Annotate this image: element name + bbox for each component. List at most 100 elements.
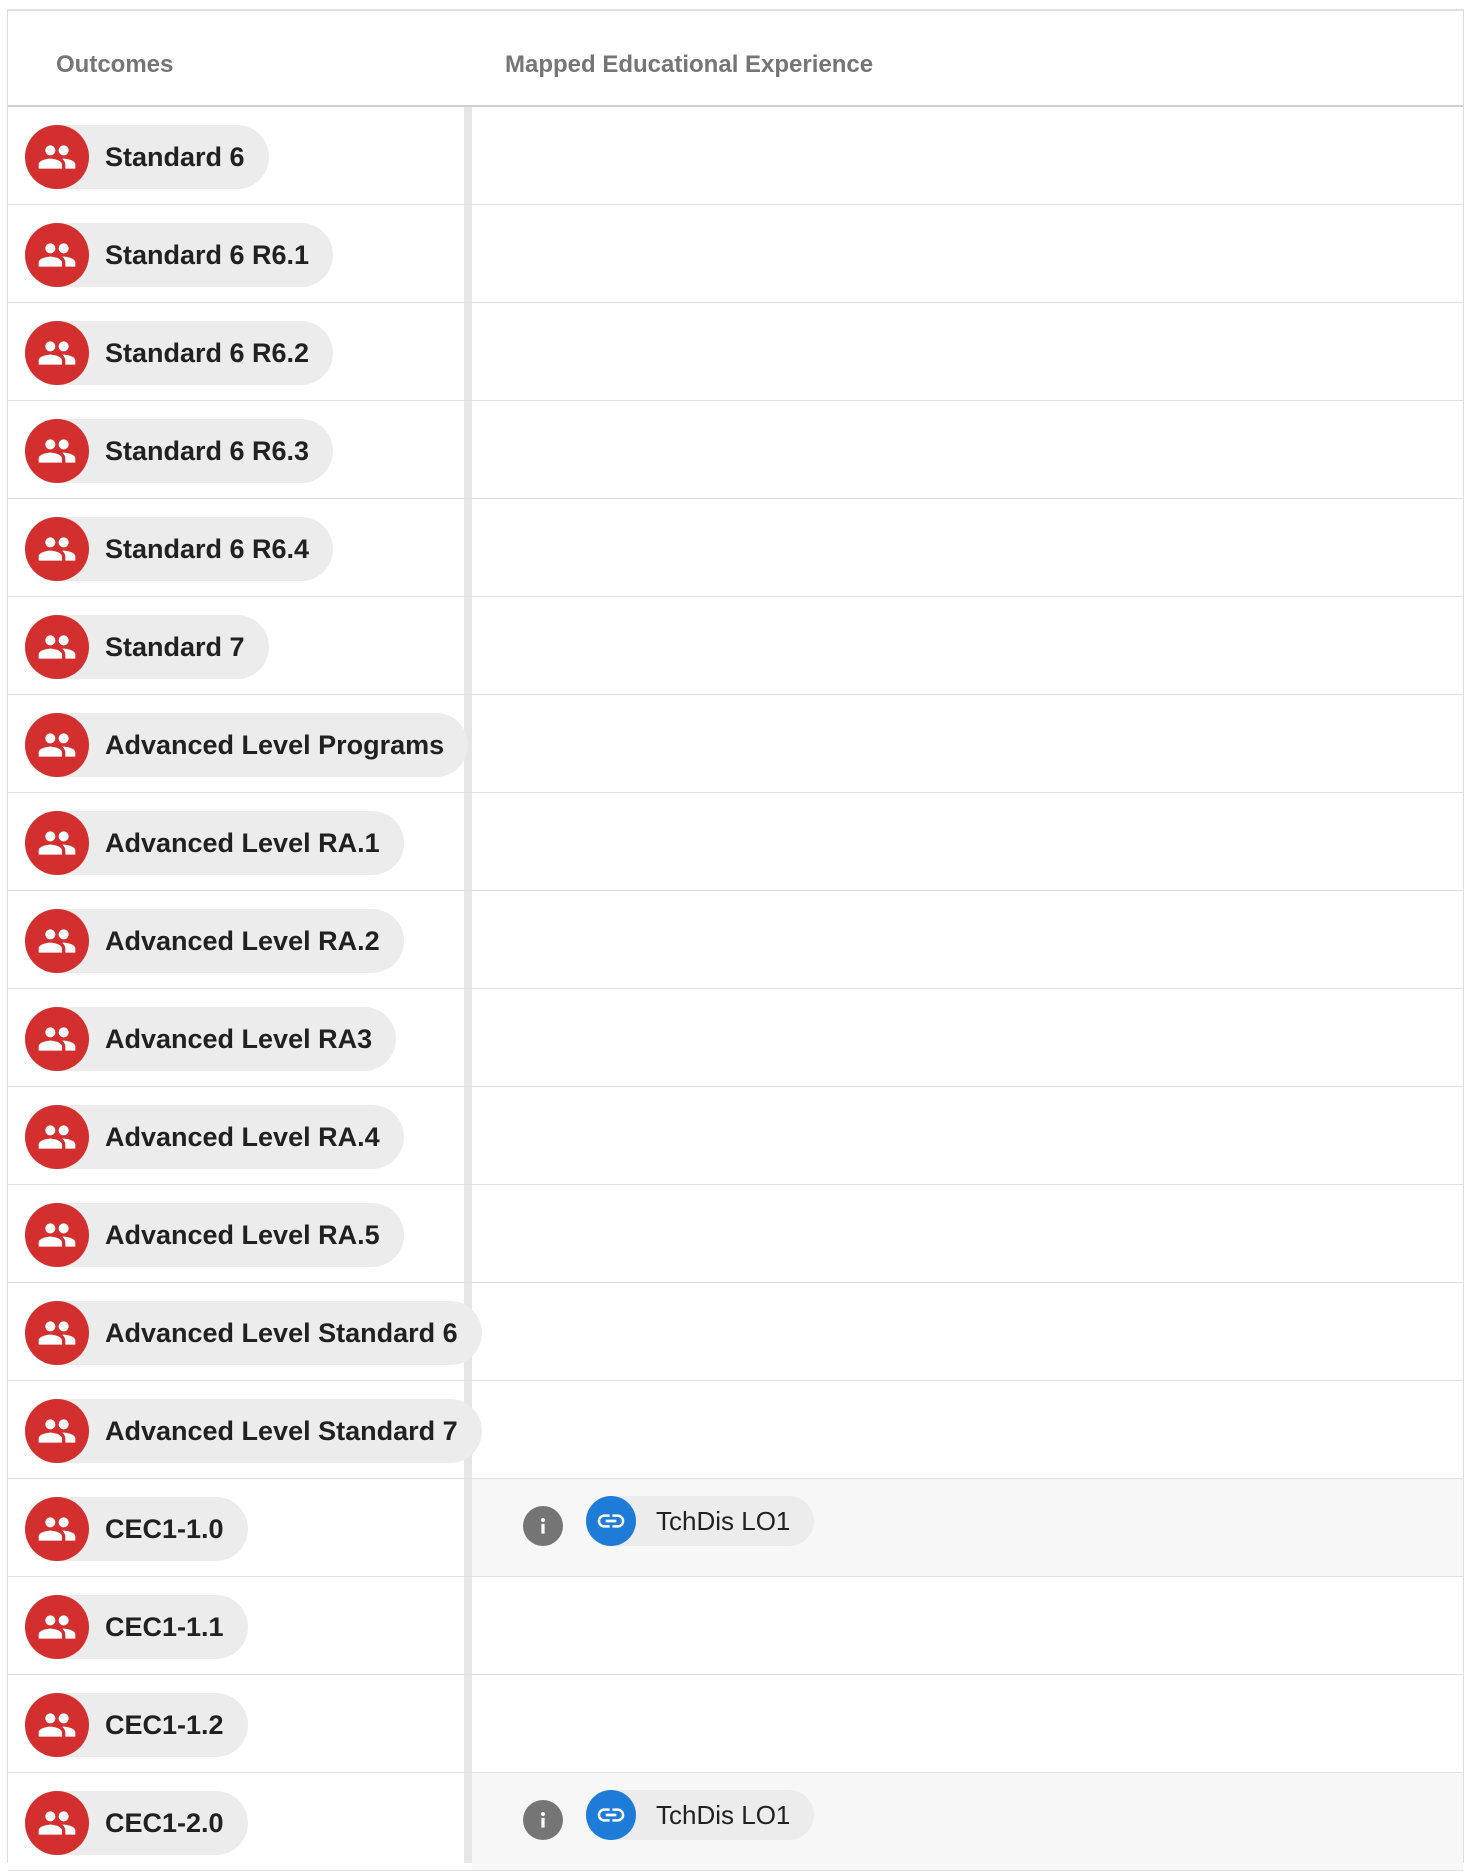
outcome-label: Advanced Level Programs bbox=[105, 729, 445, 760]
table-row: CEC1-1.1 bbox=[8, 1577, 1463, 1675]
mapped-experience-cell bbox=[472, 205, 1463, 303]
mapped-experience-chip[interactable]: TchDis LO1 bbox=[586, 1496, 815, 1546]
people-icon bbox=[25, 1791, 89, 1855]
table-row: Advanced Level Standard 7 bbox=[8, 1381, 1463, 1479]
outcome-label: Standard 6 R6.2 bbox=[105, 337, 310, 368]
outcome-chip[interactable]: Standard 6 R6.4 bbox=[25, 517, 334, 581]
outcome-chip[interactable]: CEC1-1.2 bbox=[25, 1693, 248, 1757]
outcome-chip[interactable]: Advanced Level Standard 7 bbox=[25, 1399, 482, 1463]
outcome-chip[interactable]: Standard 6 R6.1 bbox=[25, 223, 334, 287]
outcome-cell: Advanced Level RA3 bbox=[8, 989, 464, 1087]
outcome-cell: CEC1-2.0 bbox=[8, 1773, 464, 1871]
outcome-chip[interactable]: CEC1-1.1 bbox=[25, 1595, 248, 1659]
mapped-experience-cell bbox=[472, 1381, 1463, 1479]
people-icon bbox=[25, 1301, 89, 1365]
outcome-cell: Advanced Level Standard 6 bbox=[8, 1283, 482, 1381]
outcome-chip[interactable]: Advanced Level RA.1 bbox=[25, 811, 404, 875]
mapped-experience-cell: TchDis LO1 bbox=[472, 1479, 1463, 1577]
table-row: CEC1-1.0 TchDis LO1 bbox=[8, 1479, 1463, 1577]
outcome-cell: CEC1-1.2 bbox=[8, 1675, 464, 1773]
people-icon bbox=[25, 615, 89, 679]
mapped-experience-cell bbox=[472, 695, 1463, 793]
outcome-cell: Standard 6 R6.4 bbox=[8, 499, 464, 597]
table-row: Advanced Level RA3 bbox=[8, 989, 1463, 1087]
people-icon bbox=[25, 1007, 89, 1071]
info-icon[interactable] bbox=[523, 1800, 563, 1840]
mapped-experience-chip[interactable]: TchDis LO1 bbox=[586, 1790, 815, 1840]
table-row: Advanced Level RA.1 bbox=[8, 793, 1463, 891]
people-icon bbox=[25, 321, 89, 385]
outcome-cell: Standard 6 R6.1 bbox=[8, 205, 464, 303]
table-row: Standard 6 R6.1 bbox=[8, 205, 1463, 303]
outcome-cell: Advanced Level Programs bbox=[8, 695, 469, 793]
outcome-label: CEC1-1.1 bbox=[105, 1611, 224, 1642]
table-row: Standard 6 R6.2 bbox=[8, 303, 1463, 401]
outcome-chip[interactable]: Advanced Level Programs bbox=[25, 713, 469, 777]
mapped-experience-cell bbox=[472, 1675, 1463, 1773]
table-row: CEC1-1.2 bbox=[8, 1675, 1463, 1773]
outcome-chip[interactable]: Standard 7 bbox=[25, 615, 269, 679]
mapped-experience-cell: TchDis LO1 bbox=[472, 1773, 1463, 1871]
outcome-label: Advanced Level RA3 bbox=[105, 1023, 373, 1054]
outcome-label: Standard 6 R6.1 bbox=[105, 239, 310, 270]
mapped-experience-cell bbox=[472, 793, 1463, 891]
outcome-cell: CEC1-1.0 bbox=[8, 1479, 464, 1577]
outcome-label: Advanced Level Standard 6 bbox=[105, 1317, 458, 1348]
mapped-experience-cell bbox=[472, 1185, 1463, 1283]
outcome-chip[interactable]: Standard 6 bbox=[25, 125, 269, 189]
people-icon bbox=[25, 1595, 89, 1659]
mapped-experience-cell bbox=[472, 597, 1463, 695]
table-row: Standard 7 bbox=[8, 597, 1463, 695]
mapped-experience-cell bbox=[472, 1283, 1463, 1381]
people-icon bbox=[25, 419, 89, 483]
outcome-label: CEC1-2.0 bbox=[105, 1807, 224, 1838]
outcome-cell: Standard 6 R6.3 bbox=[8, 401, 464, 499]
outcome-label: Advanced Level RA.2 bbox=[105, 925, 380, 956]
outcome-chip[interactable]: CEC1-1.0 bbox=[25, 1497, 248, 1561]
table-row: Advanced Level RA.5 bbox=[8, 1185, 1463, 1283]
outcome-chip[interactable]: Advanced Level RA.5 bbox=[25, 1203, 404, 1267]
mapped-experience-label: TchDis LO1 bbox=[656, 1505, 791, 1536]
people-icon bbox=[25, 223, 89, 287]
people-icon bbox=[25, 909, 89, 973]
people-icon bbox=[25, 713, 89, 777]
info-icon[interactable] bbox=[523, 1506, 563, 1546]
outcome-chip[interactable]: Advanced Level RA3 bbox=[25, 1007, 397, 1071]
people-icon bbox=[25, 811, 89, 875]
table-row: Advanced Level Standard 6 bbox=[8, 1283, 1463, 1381]
table-row: Standard 6 R6.3 bbox=[8, 401, 1463, 499]
link-icon bbox=[586, 1496, 636, 1546]
outcome-chip[interactable]: Advanced Level Standard 6 bbox=[25, 1301, 482, 1365]
mapped-experience-cell bbox=[472, 891, 1463, 989]
table-row: Advanced Level Programs bbox=[8, 695, 1463, 793]
outcome-label: Standard 7 bbox=[105, 631, 245, 662]
outcome-cell: Advanced Level RA.4 bbox=[8, 1087, 464, 1185]
outcome-cell: Advanced Level RA.1 bbox=[8, 793, 464, 891]
mapped-experience-cell bbox=[472, 107, 1463, 205]
outcome-cell: Advanced Level RA.2 bbox=[8, 891, 464, 989]
outcomes-mapping-table: Outcomes Mapped Educational Experience S… bbox=[7, 9, 1464, 1871]
people-icon bbox=[25, 1693, 89, 1757]
header-outcomes: Outcomes bbox=[56, 51, 174, 78]
outcome-chip[interactable]: Advanced Level RA.4 bbox=[25, 1105, 404, 1169]
outcome-label: Standard 6 bbox=[105, 141, 245, 172]
outcome-cell: Advanced Level Standard 7 bbox=[8, 1381, 482, 1479]
header-mapped-educational-experience: Mapped Educational Experience bbox=[505, 51, 874, 78]
outcome-chip[interactable]: CEC1-2.0 bbox=[25, 1791, 248, 1855]
table-header: Outcomes Mapped Educational Experience bbox=[8, 11, 1463, 107]
people-icon bbox=[25, 1497, 89, 1561]
table-row: Advanced Level RA.4 bbox=[8, 1087, 1463, 1185]
outcome-chip[interactable]: Advanced Level RA.2 bbox=[25, 909, 404, 973]
mapped-experience-cell bbox=[472, 303, 1463, 401]
mapped-experience-cell bbox=[472, 401, 1463, 499]
people-icon bbox=[25, 1203, 89, 1267]
people-icon bbox=[25, 1105, 89, 1169]
table-row: Standard 6 bbox=[8, 107, 1463, 205]
mapped-experience-cell bbox=[472, 499, 1463, 597]
people-icon bbox=[25, 125, 89, 189]
outcome-label: Advanced Level RA.4 bbox=[105, 1121, 380, 1152]
outcome-chip[interactable]: Standard 6 R6.2 bbox=[25, 321, 334, 385]
outcome-chip[interactable]: Standard 6 R6.3 bbox=[25, 419, 334, 483]
mapped-experience-label: TchDis LO1 bbox=[656, 1799, 791, 1830]
mapped-experience-cell bbox=[472, 989, 1463, 1087]
